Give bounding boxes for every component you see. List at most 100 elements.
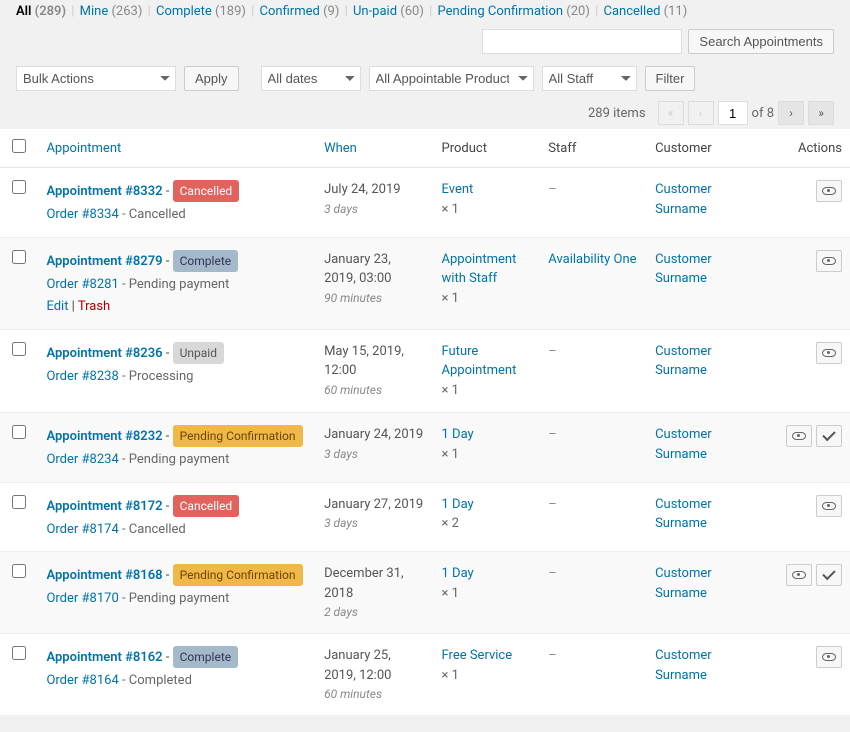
order-line: Order #8174 - Cancelled bbox=[46, 520, 308, 540]
eye-icon bbox=[792, 432, 806, 440]
page-first[interactable]: « bbox=[658, 101, 684, 125]
view-button[interactable] bbox=[816, 180, 842, 202]
select-all-checkbox[interactable] bbox=[12, 139, 26, 153]
when-duration: 90 minutes bbox=[324, 289, 425, 307]
confirm-button[interactable] bbox=[816, 564, 842, 586]
view-button[interactable] bbox=[816, 342, 842, 364]
customer-link[interactable]: CustomerSurname bbox=[655, 427, 712, 462]
appointment-link[interactable]: Appointment #8279 bbox=[46, 254, 162, 269]
status-badge: Pending Confirmation bbox=[173, 564, 303, 586]
edit-link[interactable]: Edit bbox=[46, 299, 68, 314]
view-button[interactable] bbox=[786, 564, 812, 586]
appointment-link[interactable]: Appointment #8332 bbox=[46, 184, 162, 199]
staff-select[interactable]: All Staff bbox=[542, 66, 637, 91]
page-next[interactable]: › bbox=[778, 101, 804, 125]
view-button[interactable] bbox=[816, 250, 842, 272]
appointment-link[interactable]: Appointment #8172 bbox=[46, 499, 162, 514]
col-product[interactable]: Product bbox=[434, 129, 541, 168]
product-link[interactable]: 1 Day bbox=[442, 566, 474, 581]
when-date: May 15, 2019, 12:00 bbox=[324, 342, 425, 381]
staff-empty: – bbox=[548, 344, 557, 359]
view-button[interactable] bbox=[786, 425, 812, 447]
page-last[interactable]: » bbox=[808, 101, 834, 125]
check-icon bbox=[822, 567, 835, 580]
order-link[interactable]: Order #8334 bbox=[46, 207, 118, 222]
product-link[interactable]: Event bbox=[442, 182, 474, 197]
product-link[interactable]: Appointment with Staff bbox=[442, 252, 517, 287]
order-link[interactable]: Order #8164 bbox=[46, 673, 118, 688]
product-link[interactable]: Free Service bbox=[442, 648, 513, 663]
appointment-link[interactable]: Appointment #8236 bbox=[46, 346, 162, 361]
customer-link[interactable]: CustomerSurname bbox=[655, 252, 712, 287]
row-checkbox[interactable] bbox=[12, 564, 26, 578]
when-date: July 24, 2019 bbox=[324, 180, 425, 200]
order-link[interactable]: Order #8238 bbox=[46, 369, 118, 384]
customer-link[interactable]: CustomerSurname bbox=[655, 344, 712, 379]
row-checkbox[interactable] bbox=[12, 495, 26, 509]
eye-icon bbox=[822, 653, 836, 661]
order-line: Order #8170 - Pending payment bbox=[46, 589, 308, 609]
customer-link[interactable]: CustomerSurname bbox=[655, 648, 712, 683]
appointment-link[interactable]: Appointment #8232 bbox=[46, 429, 162, 444]
staff-empty: – bbox=[548, 648, 557, 663]
confirm-button[interactable] bbox=[816, 425, 842, 447]
col-appointment[interactable]: Appointment bbox=[38, 129, 316, 168]
search-button[interactable]: Search Appointments bbox=[688, 29, 834, 54]
order-line: Order #8238 - Processing bbox=[46, 367, 308, 387]
status-badge: Unpaid bbox=[173, 342, 224, 364]
table-row: Appointment #8236 - UnpaidOrder #8238 - … bbox=[0, 329, 850, 413]
staff-link[interactable]: Availability One bbox=[548, 252, 636, 267]
product-qty: × 2 bbox=[442, 514, 533, 534]
col-staff[interactable]: Staff bbox=[540, 129, 647, 168]
apply-button[interactable]: Apply bbox=[184, 66, 239, 91]
row-checkbox[interactable] bbox=[12, 425, 26, 439]
order-link[interactable]: Order #8174 bbox=[46, 522, 118, 537]
filter-tab[interactable]: Complete (189) bbox=[156, 4, 246, 19]
view-button[interactable] bbox=[816, 646, 842, 668]
page-prev[interactable]: ‹ bbox=[688, 101, 714, 125]
order-link[interactable]: Order #8234 bbox=[46, 452, 118, 467]
appointment-link[interactable]: Appointment #8162 bbox=[46, 650, 162, 665]
filter-tab[interactable]: Confirmed (9) bbox=[260, 4, 340, 19]
filter-tab[interactable]: Cancelled (11) bbox=[603, 4, 687, 19]
filter-tab[interactable]: Un-paid (60) bbox=[353, 4, 424, 19]
row-checkbox[interactable] bbox=[12, 250, 26, 264]
products-select[interactable]: All Appointable Products bbox=[369, 66, 534, 91]
filter-tab[interactable]: Mine (263) bbox=[80, 4, 143, 19]
order-line: Order #8234 - Pending payment bbox=[46, 450, 308, 470]
row-checkbox[interactable] bbox=[12, 180, 26, 194]
customer-link[interactable]: CustomerSurname bbox=[655, 497, 712, 532]
filter-tab[interactable]: Pending Confirmation (20) bbox=[438, 4, 590, 19]
dates-select[interactable]: All dates bbox=[261, 66, 361, 91]
filter-button[interactable]: Filter bbox=[645, 66, 696, 91]
page-input[interactable] bbox=[718, 101, 748, 125]
product-link[interactable]: Future Appointment bbox=[442, 344, 517, 379]
col-customer[interactable]: Customer bbox=[647, 129, 764, 168]
col-when[interactable]: When bbox=[316, 129, 433, 168]
order-link[interactable]: Order #8281 bbox=[46, 277, 118, 292]
when-duration: 60 minutes bbox=[324, 685, 425, 703]
product-link[interactable]: 1 Day bbox=[442, 497, 474, 512]
col-actions: Actions bbox=[765, 129, 850, 168]
view-button[interactable] bbox=[816, 495, 842, 517]
product-link[interactable]: 1 Day bbox=[442, 427, 474, 442]
when-date: January 24, 2019 bbox=[324, 425, 425, 445]
search-bar: Search Appointments bbox=[0, 23, 850, 60]
search-input[interactable] bbox=[482, 29, 682, 54]
customer-link[interactable]: CustomerSurname bbox=[655, 182, 712, 217]
filter-tab[interactable]: All (289) bbox=[16, 4, 66, 19]
when-date: January 25, 2019, 12:00 bbox=[324, 646, 425, 685]
order-link[interactable]: Order #8170 bbox=[46, 591, 118, 606]
row-checkbox[interactable] bbox=[12, 646, 26, 660]
bulk-actions-select[interactable]: Bulk Actions bbox=[16, 66, 176, 91]
table-row: Appointment #8172 - CancelledOrder #8174… bbox=[0, 482, 850, 552]
trash-link[interactable]: Trash bbox=[78, 299, 110, 314]
when-date: January 23, 2019, 03:00 bbox=[324, 250, 425, 289]
order-line: Order #8164 - Completed bbox=[46, 671, 308, 691]
row-checkbox[interactable] bbox=[12, 342, 26, 356]
customer-link[interactable]: CustomerSurname bbox=[655, 566, 712, 601]
eye-icon bbox=[822, 349, 836, 357]
controls-bar: Bulk Actions Apply All dates All Appoint… bbox=[0, 60, 850, 97]
appointment-link[interactable]: Appointment #8168 bbox=[46, 568, 162, 583]
pagination: 289 items « ‹ of 8 › » bbox=[0, 97, 850, 129]
